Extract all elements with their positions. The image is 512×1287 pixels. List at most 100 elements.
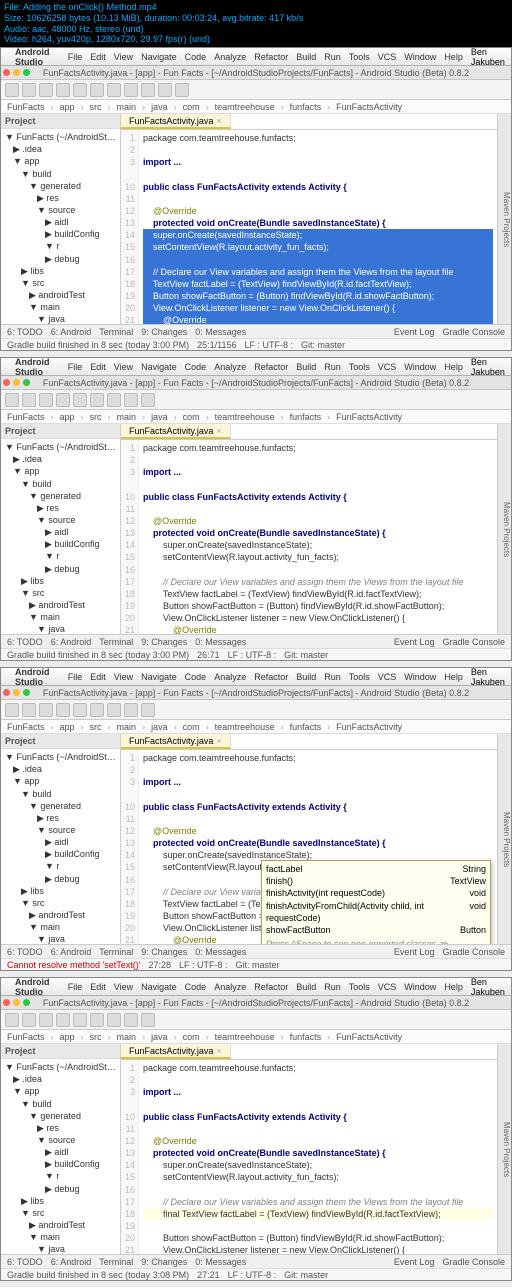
- tree-node[interactable]: ▶ aidl: [3, 216, 118, 228]
- crumb-7[interactable]: funfacts: [290, 102, 322, 112]
- tw-gradle[interactable]: Gradle Console: [442, 327, 505, 337]
- tree-node[interactable]: ▶ res: [3, 1122, 118, 1134]
- toolbar-copy-icon[interactable]: [90, 83, 104, 97]
- menu-window[interactable]: Window: [404, 52, 436, 62]
- tree-node[interactable]: ▶ aidl: [3, 526, 118, 538]
- tree-node[interactable]: ▼ source: [3, 514, 118, 526]
- tree-node[interactable]: ▶ buildConfig: [3, 228, 118, 240]
- project-panel-header[interactable]: Project: [1, 114, 120, 129]
- menu-view[interactable]: View: [114, 52, 133, 62]
- tree-node[interactable]: ▼ main: [3, 301, 118, 313]
- tree-node[interactable]: ▼ r: [3, 550, 118, 562]
- project-panel[interactable]: Project ▼ FunFacts (~/AndroidStudioProje…: [1, 114, 121, 324]
- tree-node[interactable]: ▼ src: [3, 587, 118, 599]
- ide-name[interactable]: Android Studio: [15, 47, 60, 67]
- tree-node[interactable]: ▶ debug: [3, 563, 118, 575]
- tree-node[interactable]: ▶ libs: [3, 885, 118, 897]
- crumb-0[interactable]: FunFacts: [7, 102, 45, 112]
- tree-node[interactable]: ▼ FunFacts (~/AndroidStudioProjects/FunF…: [3, 131, 118, 143]
- tree-node[interactable]: ▶ androidTest: [3, 1219, 118, 1231]
- editor-tab-active[interactable]: FunFactsActivity.java×: [121, 114, 231, 129]
- encoding[interactable]: LF : UTF-8 :: [244, 340, 293, 350]
- crumb-8[interactable]: FunFactsActivity: [336, 102, 402, 112]
- toolbar-run-icon[interactable]: [124, 83, 138, 97]
- code-editor[interactable]: 1231011121314151617181920212223242526272…: [121, 130, 497, 324]
- completion-item[interactable]: finishActivity(int requestCode)void: [266, 887, 486, 899]
- tree-node[interactable]: ▶ debug: [3, 253, 118, 265]
- tree-node[interactable]: ▶ androidTest: [3, 289, 118, 301]
- tree-node[interactable]: ▼ r: [3, 860, 118, 872]
- tree-node[interactable]: ▼ src: [3, 897, 118, 909]
- menu-navigate[interactable]: Navigate: [141, 52, 177, 62]
- breadcrumb[interactable]: FunFacts app src main java com teamtreeh…: [1, 100, 511, 114]
- toolbar-debug-icon[interactable]: [141, 83, 155, 97]
- tree-node[interactable]: ▼ app: [3, 465, 118, 477]
- menu-refactor[interactable]: Refactor: [254, 52, 288, 62]
- tree-node[interactable]: ▼ java: [3, 933, 118, 944]
- tree-node[interactable]: ▶ res: [3, 812, 118, 824]
- tree-node[interactable]: ▶ libs: [3, 1195, 118, 1207]
- menu-edit[interactable]: Edit: [90, 52, 106, 62]
- code-editor[interactable]: 1231011121314151617181920212223242526272…: [121, 750, 497, 944]
- macos-user[interactable]: Ben Jakuben: [471, 47, 507, 67]
- tw-todo[interactable]: 6: TODO: [7, 327, 43, 337]
- code-area[interactable]: package com.teamtreehouse.funfacts; impo…: [139, 130, 497, 324]
- toolbar-undo-icon[interactable]: [39, 83, 53, 97]
- tw-eventlog[interactable]: Event Log: [394, 327, 435, 337]
- crumb-4[interactable]: java: [151, 102, 168, 112]
- menu-analyze[interactable]: Analyze: [214, 52, 246, 62]
- tree-node[interactable]: ▶ androidTest: [3, 909, 118, 921]
- project-tree[interactable]: ▼ FunFacts (~/AndroidStudioProjects/FunF…: [1, 439, 120, 634]
- crumb-3[interactable]: main: [117, 102, 137, 112]
- tree-node[interactable]: ▼ FunFacts (~/AndroidStudioProjects/FunF…: [3, 751, 118, 763]
- tree-node[interactable]: ▼ build: [3, 478, 118, 490]
- tree-node[interactable]: ▼ main: [3, 1231, 118, 1243]
- tree-node[interactable]: ▶ res: [3, 502, 118, 514]
- tree-node[interactable]: ▼ app: [3, 1085, 118, 1097]
- tree-node[interactable]: ▶ libs: [3, 575, 118, 587]
- tree-node[interactable]: ▶ buildConfig: [3, 538, 118, 550]
- menu-tools[interactable]: Tools: [349, 52, 370, 62]
- tree-node[interactable]: ▶ aidl: [3, 1146, 118, 1158]
- crumb-6[interactable]: teamtreehouse: [215, 102, 275, 112]
- tree-node[interactable]: ▶ .idea: [3, 763, 118, 775]
- tw-android[interactable]: 6: Android: [51, 327, 92, 337]
- tree-node[interactable]: ▼ main: [3, 611, 118, 623]
- tab-close-icon[interactable]: ×: [216, 116, 221, 126]
- toolbar-redo-icon[interactable]: [56, 83, 70, 97]
- git-branch[interactable]: Git: master: [301, 340, 345, 350]
- tree-node[interactable]: ▼ FunFacts (~/AndroidStudioProjects/FunF…: [3, 441, 118, 453]
- tree-node[interactable]: ▶ .idea: [3, 1073, 118, 1085]
- tree-node[interactable]: ▼ build: [3, 788, 118, 800]
- tree-node[interactable]: ▼ FunFacts (~/AndroidStudioProjects/FunF…: [3, 1061, 118, 1073]
- tree-node[interactable]: ▼ source: [3, 824, 118, 836]
- tree-node[interactable]: ▼ build: [3, 168, 118, 180]
- tree-node[interactable]: ▼ build: [3, 1098, 118, 1110]
- toolbar-cut-icon[interactable]: [73, 83, 87, 97]
- completion-item[interactable]: factLabelString: [266, 863, 486, 875]
- tree-node[interactable]: ▼ java: [3, 623, 118, 634]
- project-panel[interactable]: Project ▼ FunFacts (~/AndroidStudioProje…: [1, 424, 121, 634]
- tw-terminal[interactable]: Terminal: [99, 327, 133, 337]
- menu-code[interactable]: Code: [185, 52, 207, 62]
- code-editor[interactable]: 1231011121314151617181920212223242526272…: [121, 440, 497, 634]
- tree-node[interactable]: ▼ java: [3, 1243, 118, 1254]
- tree-node[interactable]: ▼ app: [3, 775, 118, 787]
- crumb-1[interactable]: app: [60, 102, 75, 112]
- menu-run[interactable]: Run: [324, 52, 341, 62]
- toolbar-open-icon[interactable]: [5, 83, 19, 97]
- tree-node[interactable]: ▼ app: [3, 155, 118, 167]
- window-close-icon[interactable]: [3, 69, 10, 76]
- tw-messages[interactable]: 0: Messages: [195, 327, 246, 337]
- completion-item[interactable]: finish()TextView: [266, 875, 486, 887]
- tree-node[interactable]: ▼ main: [3, 921, 118, 933]
- tree-node[interactable]: ▼ r: [3, 1170, 118, 1182]
- tree-node[interactable]: ▶ aidl: [3, 836, 118, 848]
- window-min-icon[interactable]: [13, 69, 20, 76]
- tree-node[interactable]: ▼ java: [3, 313, 118, 324]
- tree-node[interactable]: ▼ generated: [3, 800, 118, 812]
- menu-build[interactable]: Build: [296, 52, 316, 62]
- tw-changes[interactable]: 9: Changes: [141, 327, 187, 337]
- menu-file[interactable]: File: [68, 52, 83, 62]
- tree-node[interactable]: ▼ source: [3, 1134, 118, 1146]
